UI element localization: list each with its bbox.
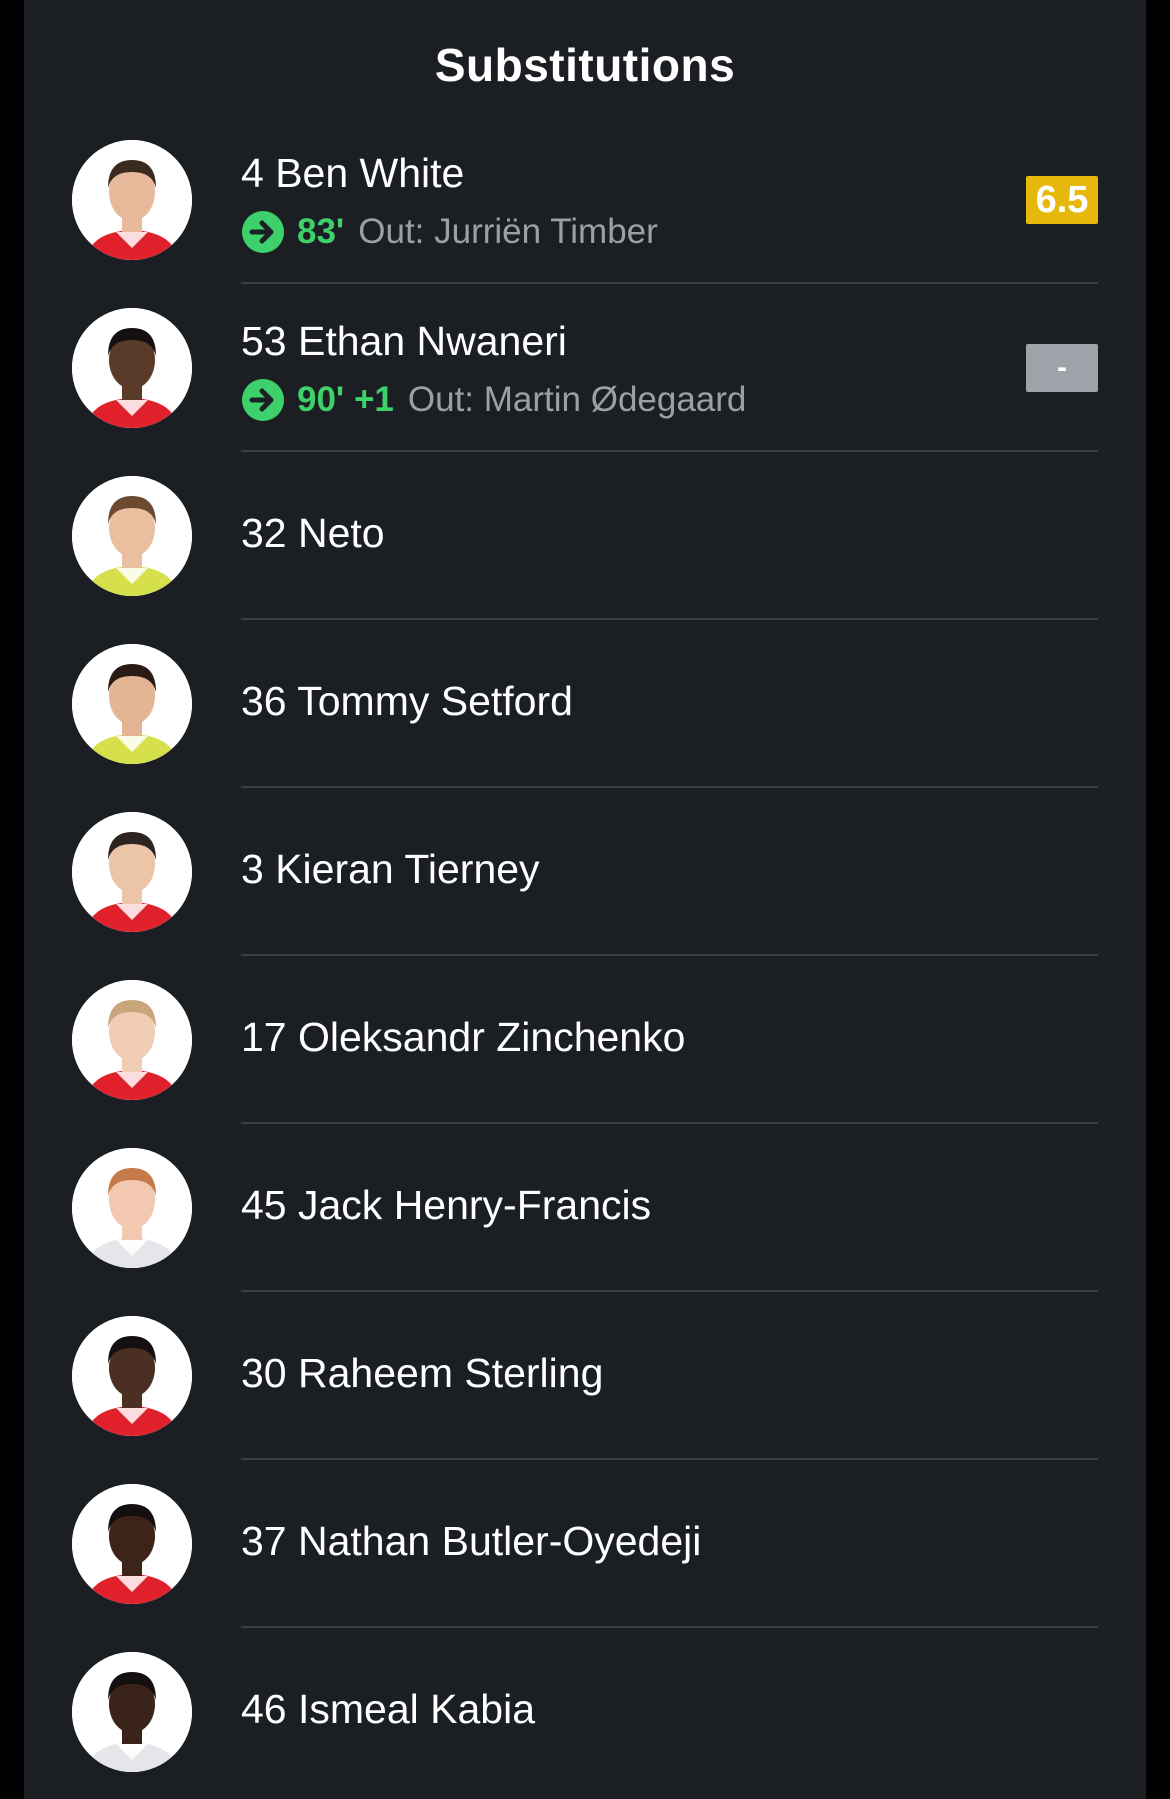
player-avatar <box>72 1148 192 1268</box>
player-rating-badge: - <box>1026 344 1098 392</box>
player-info: 46 Ismeal Kabia <box>241 1628 1098 1796</box>
player-avatar <box>72 1484 192 1604</box>
player-info: 32 Neto <box>241 452 1098 620</box>
substitutions-panel: Substitutions 4 Ben White 83' Out: Jurri… <box>24 0 1146 1799</box>
player-row[interactable]: 46 Ismeal Kabia <box>24 1628 1146 1796</box>
player-name: 30 Raheem Sterling <box>241 1350 604 1396</box>
player-name: 46 Ismeal Kabia <box>241 1686 536 1732</box>
player-name: 4 Ben White <box>241 150 465 196</box>
player-info: 17 Oleksandr Zinchenko <box>241 956 1098 1124</box>
player-name: 36 Tommy Setford <box>241 678 573 724</box>
player-avatar <box>72 1316 192 1436</box>
substitution-detail: 90' +1 Out: Martin Ødegaard <box>241 376 746 424</box>
player-info: 53 Ethan Nwaneri 90' +1 Out: Martin Ødeg… <box>241 284 1098 452</box>
player-name: 17 Oleksandr Zinchenko <box>241 1014 686 1060</box>
player-info: 30 Raheem Sterling <box>241 1292 1098 1460</box>
player-name: 32 Neto <box>241 510 385 556</box>
player-photo <box>72 1484 192 1604</box>
player-info: 37 Nathan Butler-Oyedeji <box>241 1460 1098 1628</box>
arrow-right-circle-icon <box>242 211 284 253</box>
player-photo <box>72 1148 192 1268</box>
player-name: 37 Nathan Butler-Oyedeji <box>241 1518 702 1564</box>
player-photo <box>72 476 192 596</box>
player-photo <box>72 980 192 1100</box>
player-avatar <box>72 980 192 1100</box>
player-avatar <box>72 812 192 932</box>
player-row[interactable]: 45 Jack Henry-Francis <box>24 1124 1146 1292</box>
player-name: 53 Ethan Nwaneri <box>241 318 567 364</box>
player-rating-badge: 6.5 <box>1026 176 1098 224</box>
player-avatar <box>72 476 192 596</box>
section-title: Substitutions <box>434 39 736 91</box>
player-row[interactable]: 4 Ben White 83' Out: Jurriën Timber 6.5 <box>24 116 1146 284</box>
player-avatar <box>72 140 192 260</box>
player-row[interactable]: 53 Ethan Nwaneri 90' +1 Out: Martin Ødeg… <box>24 284 1146 452</box>
player-info: 4 Ben White 83' Out: Jurriën Timber 6.5 <box>241 116 1098 284</box>
player-photo <box>72 812 192 932</box>
player-photo <box>72 1316 192 1436</box>
player-row[interactable]: 3 Kieran Tierney <box>24 788 1146 956</box>
player-photo <box>72 308 192 428</box>
sub-minute: 83' <box>297 212 345 251</box>
sub-minute: 90' +1 <box>297 380 394 419</box>
substitution-detail: 83' Out: Jurriën Timber <box>241 208 658 256</box>
player-name: 3 Kieran Tierney <box>241 846 540 892</box>
player-name: 45 Jack Henry-Francis <box>241 1182 652 1228</box>
arrow-right-circle-icon <box>242 379 284 421</box>
player-row[interactable]: 30 Raheem Sterling <box>24 1292 1146 1460</box>
substitutes-list: 4 Ben White 83' Out: Jurriën Timber 6.5 … <box>24 116 1146 1796</box>
player-avatar <box>72 644 192 764</box>
player-photo <box>72 1652 192 1772</box>
player-info: 36 Tommy Setford <box>241 620 1098 788</box>
player-info: 45 Jack Henry-Francis <box>241 1124 1098 1292</box>
player-row[interactable]: 17 Oleksandr Zinchenko <box>24 956 1146 1124</box>
player-avatar <box>72 1652 192 1772</box>
player-info: 3 Kieran Tierney <box>241 788 1098 956</box>
sub-out-player: Out: Martin Ødegaard <box>407 380 747 419</box>
player-avatar <box>72 308 192 428</box>
player-photo <box>72 140 192 260</box>
player-row[interactable]: 36 Tommy Setford <box>24 620 1146 788</box>
player-row[interactable]: 37 Nathan Butler-Oyedeji <box>24 1460 1146 1628</box>
player-row[interactable]: 32 Neto <box>24 452 1146 620</box>
sub-out-player: Out: Jurriën Timber <box>358 212 658 251</box>
player-photo <box>72 644 192 764</box>
